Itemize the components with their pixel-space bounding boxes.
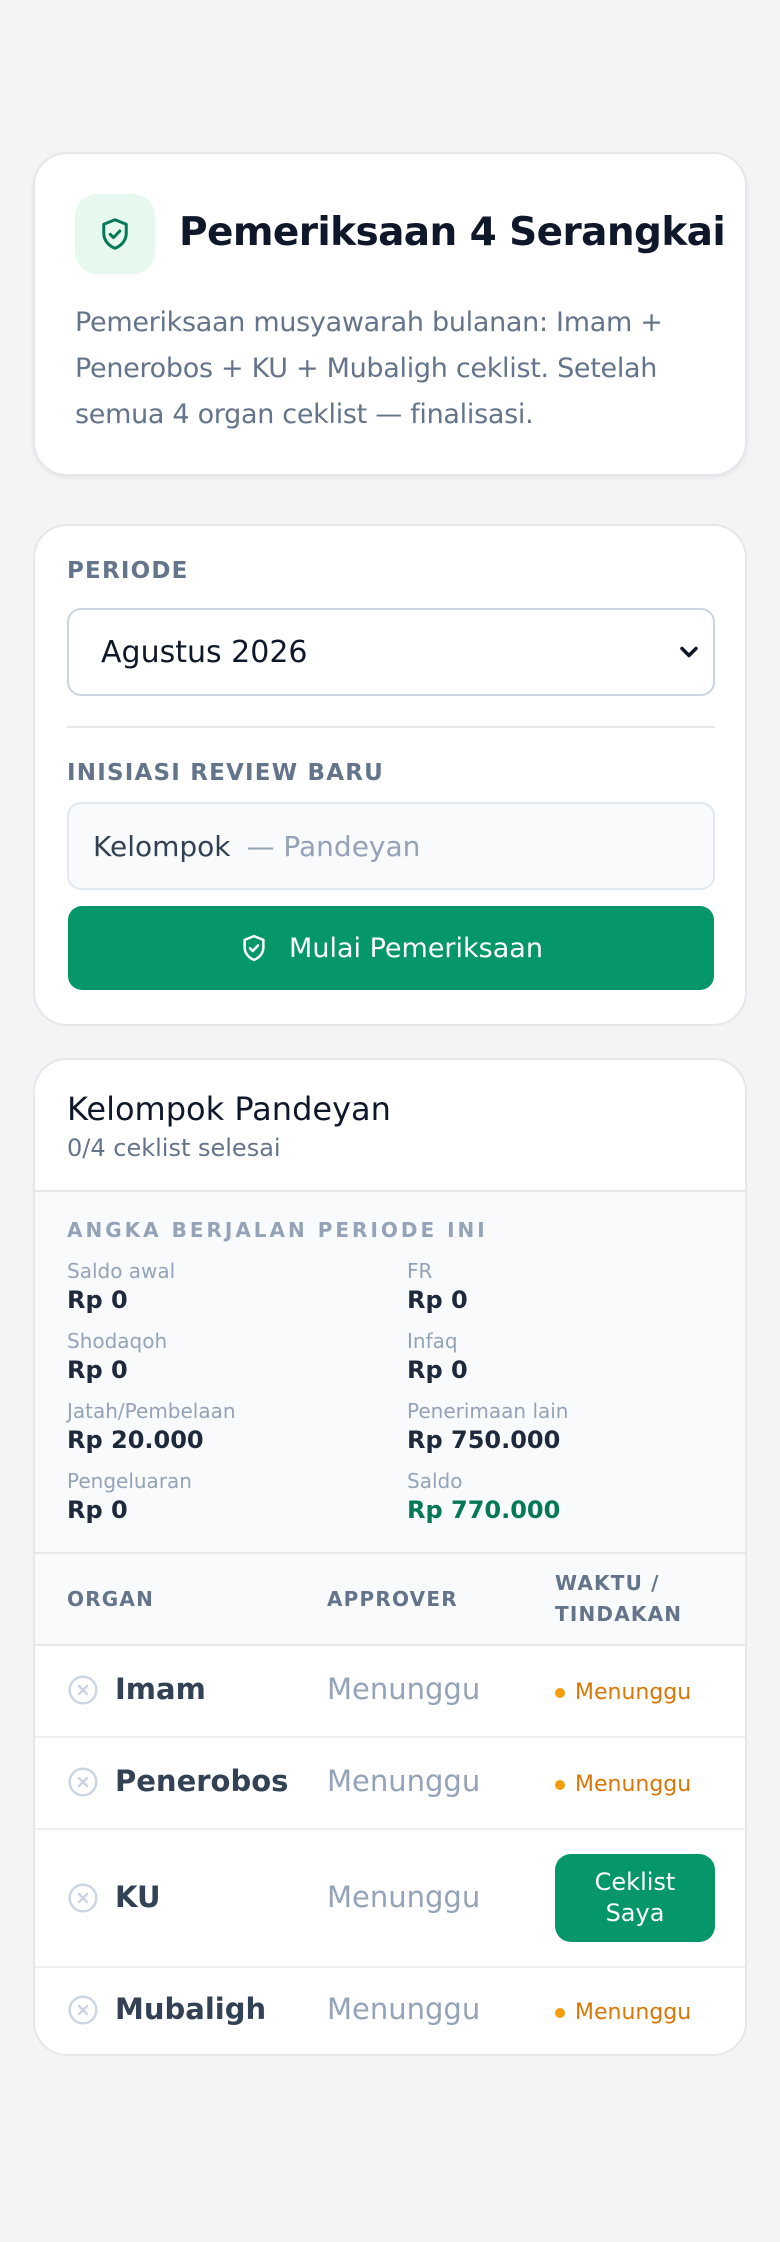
- table-header: ORGAN APPROVER WAKTU / TINDAKAN: [35, 1554, 745, 1646]
- stat-label: FR: [407, 1259, 433, 1283]
- period-label: PERIODE: [67, 558, 189, 584]
- x-circle-icon: [68, 1767, 98, 1797]
- stat-shodaqoh: Shodaqoh Rp 0: [67, 1328, 387, 1386]
- status-dot: [555, 1687, 565, 1698]
- column-header-organ: ORGAN: [67, 1587, 155, 1611]
- approver-status: Menunggu: [327, 1880, 481, 1914]
- organ-name: Imam: [115, 1672, 206, 1706]
- table-row: Imam Menunggu Menunggu: [35, 1646, 745, 1738]
- start-review-button[interactable]: Mulai Pemeriksaan: [68, 906, 714, 990]
- stat-fr: FR Rp 0: [407, 1258, 727, 1316]
- group-field[interactable]: Kelompok — Pandeyan: [67, 802, 715, 890]
- x-circle-icon: [68, 1675, 98, 1705]
- table-row: Mubaligh Menunggu Menunggu: [35, 1968, 745, 2054]
- stats-heading: ANGKA BERJALAN PERIODE INI: [67, 1218, 488, 1242]
- stat-infaq: Infaq Rp 0: [407, 1328, 727, 1386]
- organ-name: Penerobos: [115, 1764, 289, 1798]
- chevron-down-icon: [680, 646, 698, 658]
- column-header-action: WAKTU / TINDAKAN: [555, 1571, 683, 1626]
- group-field-suffix: — Pandeyan: [246, 829, 421, 863]
- status-badge: Menunggu: [555, 1680, 691, 1705]
- header-card: Pemeriksaan 4 Serangkai Pemeriksaan musy…: [33, 152, 747, 476]
- stat-penerimaan-lain: Penerimaan lain Rp 750.000: [407, 1398, 727, 1456]
- stat-value: Rp 750.000: [407, 1426, 561, 1454]
- stat-value: Rp 770.000: [407, 1496, 561, 1524]
- stat-pengeluaran: Pengeluaran Rp 0: [67, 1468, 387, 1526]
- page-description: Pemeriksaan musyawarah bulanan: Imam + P…: [75, 307, 663, 430]
- stat-value: Rp 20.000: [67, 1426, 204, 1454]
- page-title: Pemeriksaan 4 Serangkai: [179, 210, 726, 255]
- approver-status: Menunggu: [327, 1672, 481, 1706]
- status-text: Menunggu: [575, 1772, 692, 1797]
- approver-status: Menunggu: [327, 1764, 481, 1798]
- organ-name: KU: [115, 1880, 161, 1914]
- status-dot: [555, 2007, 565, 2018]
- stat-label: Shodaqoh: [67, 1329, 168, 1353]
- stat-label: Saldo awal: [67, 1259, 176, 1283]
- stat-value: Rp 0: [407, 1286, 468, 1314]
- x-circle-icon: [68, 1995, 98, 2025]
- group-title: Kelompok Pandeyan: [67, 1090, 391, 1128]
- stat-label: Penerimaan lain: [407, 1399, 569, 1423]
- shield-check-icon: [102, 218, 128, 250]
- divider: [67, 726, 715, 728]
- stats-panel: ANGKA BERJALAN PERIODE INI Saldo awal Rp…: [35, 1190, 745, 1554]
- stat-value: Rp 0: [67, 1356, 128, 1384]
- stat-label: Jatah/Pembelaan: [67, 1399, 236, 1423]
- column-header-approver: APPROVER: [327, 1587, 458, 1611]
- status-badge: Menunggu: [555, 2000, 691, 2025]
- x-circle-icon: [68, 1883, 98, 1913]
- checklist-button[interactable]: Ceklist Saya: [555, 1854, 715, 1942]
- shield-check-icon: [243, 934, 265, 962]
- status-badge: Menunggu: [555, 1772, 691, 1797]
- table-row: KU Menunggu Ceklist Saya: [35, 1830, 745, 1968]
- stat-saldo: Saldo Rp 770.000: [407, 1468, 727, 1526]
- status-text: Menunggu: [575, 2000, 692, 2025]
- period-select[interactable]: Agustus 2026: [67, 608, 715, 696]
- period-select-value: Agustus 2026: [101, 634, 308, 670]
- status-dot: [555, 1779, 565, 1790]
- stat-value: Rp 0: [407, 1356, 468, 1384]
- stat-value: Rp 0: [67, 1496, 128, 1524]
- stat-label: Infaq: [407, 1329, 458, 1353]
- start-review-label: Mulai Pemeriksaan: [289, 932, 543, 964]
- stat-label: Saldo: [407, 1469, 463, 1493]
- controls-card: PERIODE Agustus 2026 INISIASI REVIEW BAR…: [33, 524, 747, 1026]
- group-field-name: Kelompok: [93, 829, 231, 863]
- organ-name: Mubaligh: [115, 1992, 267, 2026]
- stat-value: Rp 0: [67, 1286, 128, 1314]
- new-review-label: INISIASI REVIEW BARU: [67, 760, 385, 786]
- status-text: Menunggu: [575, 1680, 692, 1705]
- table-row: Penerobos Menunggu Menunggu: [35, 1738, 745, 1830]
- group-card: Kelompok Pandeyan 0/4 ceklist selesai AN…: [33, 1058, 747, 2056]
- stat-jatah-pembelaan: Jatah/Pembelaan Rp 20.000: [67, 1398, 387, 1456]
- stat-saldo-awal: Saldo awal Rp 0: [67, 1258, 387, 1316]
- group-progress: 0/4 ceklist selesai: [67, 1134, 281, 1162]
- approver-status: Menunggu: [327, 1992, 481, 2026]
- stat-label: Pengeluaran: [67, 1469, 192, 1493]
- shield-badge: [75, 194, 155, 274]
